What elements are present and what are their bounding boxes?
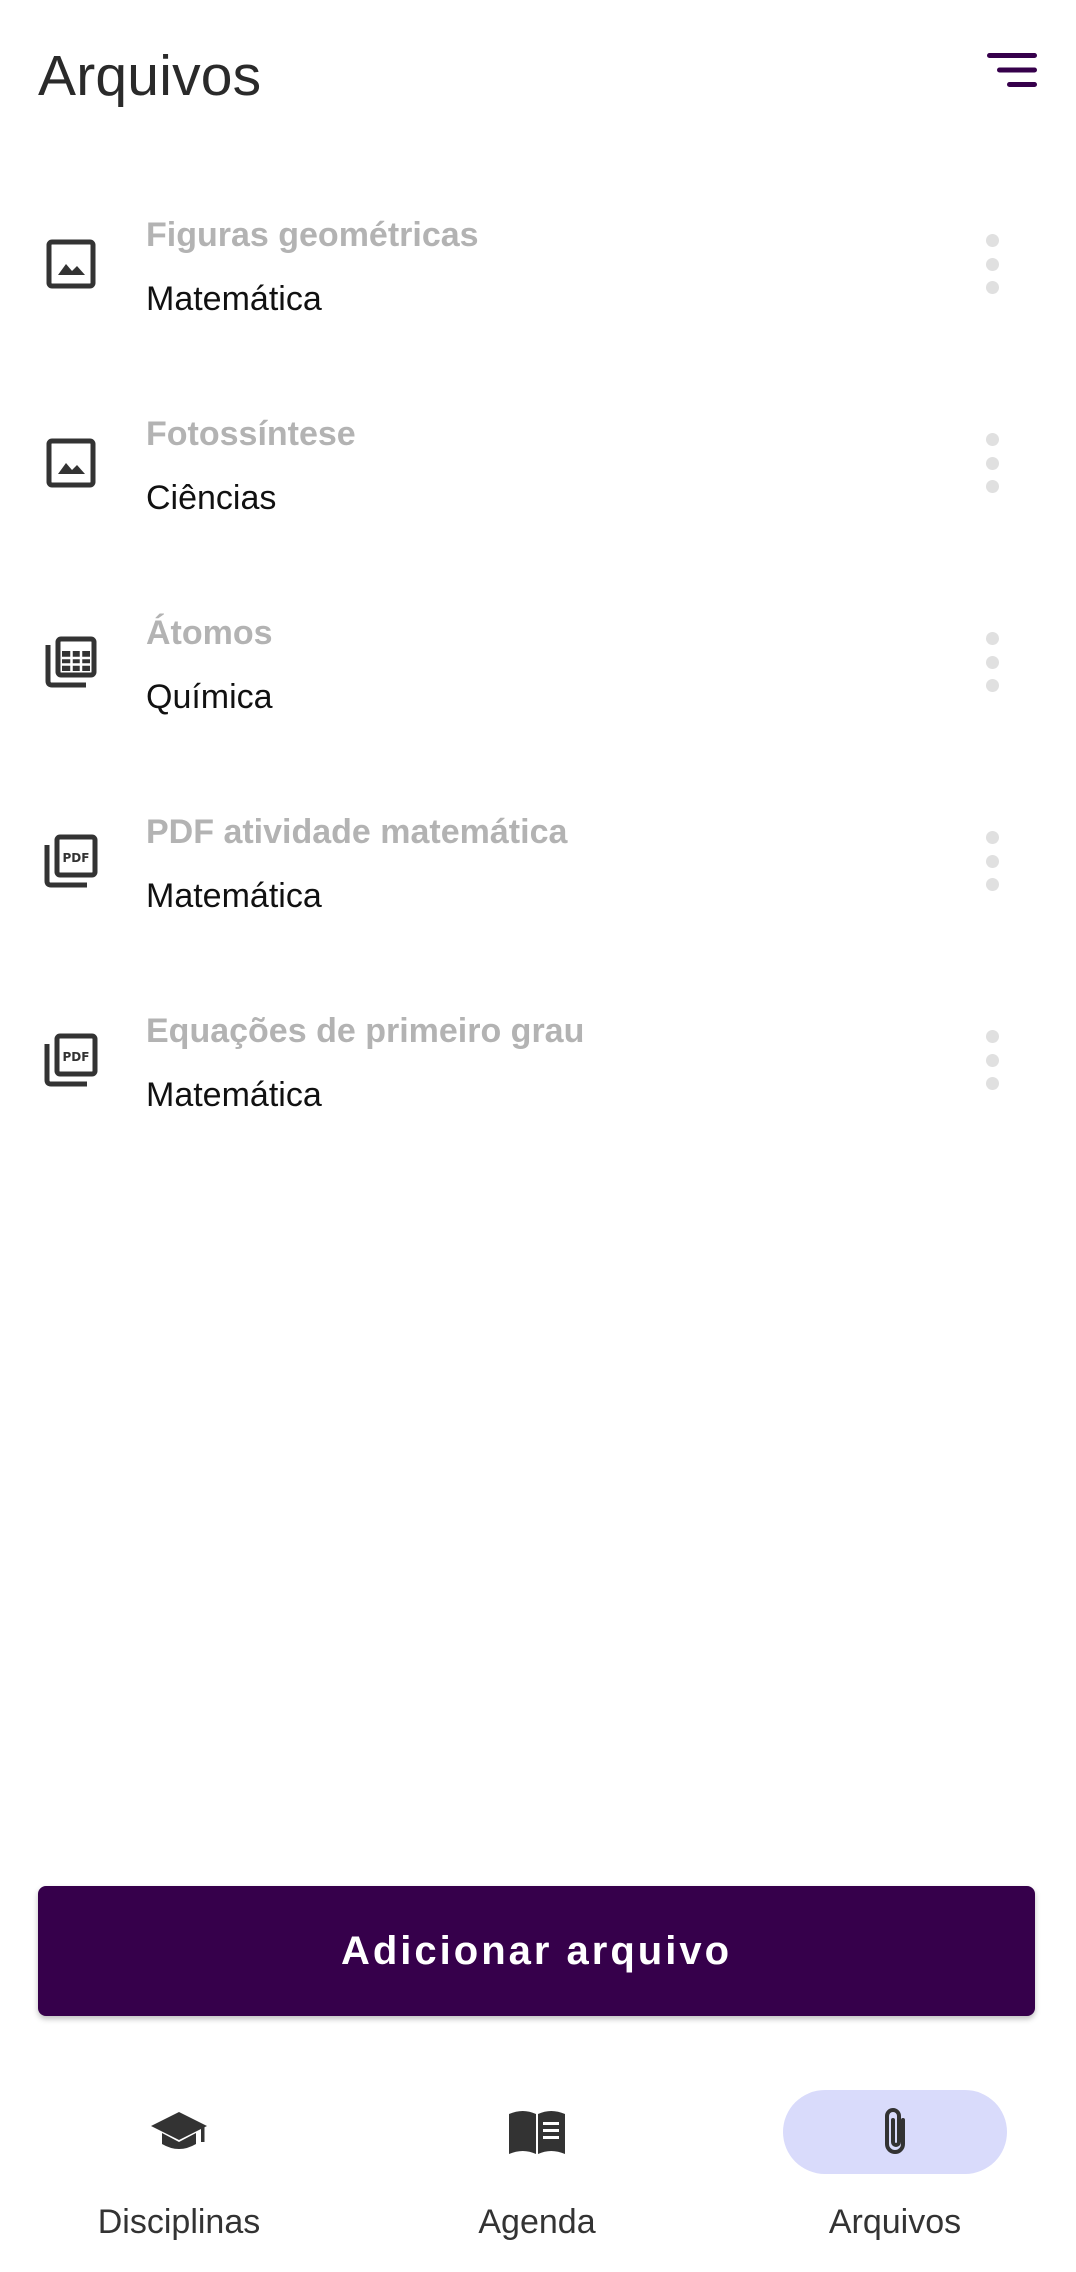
nav-pill bbox=[425, 2090, 649, 2174]
nav-item-agenda[interactable]: Agenda bbox=[358, 2060, 716, 2272]
image-icon bbox=[40, 432, 102, 494]
sort-lines-icon bbox=[987, 53, 1037, 87]
list-item[interactable]: PDF PDF atividade matemática Matemática bbox=[0, 764, 1076, 963]
list-item[interactable]: Fotossíntese Ciências bbox=[0, 366, 1076, 565]
list-item[interactable]: PDF Equações de primeiro grau Matemática bbox=[0, 963, 1076, 1162]
pdf-icon: PDF bbox=[40, 830, 102, 892]
file-title: Fotossíntese bbox=[146, 415, 356, 453]
file-title: Equações de primeiro grau bbox=[146, 1012, 585, 1050]
menu-button[interactable] bbox=[982, 48, 1042, 92]
page-title: Arquivos bbox=[38, 44, 262, 108]
more-options-button[interactable] bbox=[966, 229, 1018, 299]
file-subject: Matemática bbox=[146, 1076, 322, 1114]
more-options-button[interactable] bbox=[966, 826, 1018, 896]
list-item[interactable]: Figuras geométricas Matemática bbox=[0, 167, 1076, 366]
nav-label: Arquivos bbox=[828, 2203, 962, 2241]
book-icon bbox=[509, 2111, 565, 2154]
svg-text:PDF: PDF bbox=[63, 1050, 90, 1064]
bottom-navigation: Disciplinas Agenda Arquivos bbox=[0, 2060, 1076, 2272]
more-options-button[interactable] bbox=[966, 627, 1018, 697]
nav-label: Disciplinas bbox=[97, 2203, 261, 2241]
paperclip-icon bbox=[885, 2108, 905, 2154]
file-list: Figuras geométricas Matemática Fotossínt… bbox=[0, 167, 1076, 1162]
file-title: Figuras geométricas bbox=[146, 216, 479, 254]
more-options-button[interactable] bbox=[966, 1025, 1018, 1095]
more-options-button[interactable] bbox=[966, 428, 1018, 498]
file-subject: Ciências bbox=[146, 479, 277, 517]
image-icon bbox=[40, 233, 102, 295]
nav-pill bbox=[67, 2090, 291, 2174]
add-file-button[interactable]: Adicionar arquivo bbox=[38, 1886, 1035, 2016]
svg-text:PDF: PDF bbox=[63, 851, 90, 865]
nav-pill-active bbox=[783, 2090, 1007, 2174]
file-subject: Matemática bbox=[146, 280, 322, 318]
list-item[interactable]: Átomos Química bbox=[0, 565, 1076, 764]
graduation-cap-icon bbox=[151, 2112, 207, 2149]
file-subject: Química bbox=[146, 678, 273, 716]
file-title: PDF atividade matemática bbox=[146, 813, 568, 851]
file-subject: Matemática bbox=[146, 877, 322, 915]
file-title: Átomos bbox=[146, 614, 273, 652]
nav-label: Agenda bbox=[478, 2203, 596, 2241]
nav-item-disciplinas[interactable]: Disciplinas bbox=[0, 2060, 358, 2272]
pdf-icon: PDF bbox=[40, 1029, 102, 1091]
spreadsheet-icon bbox=[40, 631, 102, 693]
nav-item-arquivos[interactable]: Arquivos bbox=[716, 2060, 1074, 2272]
